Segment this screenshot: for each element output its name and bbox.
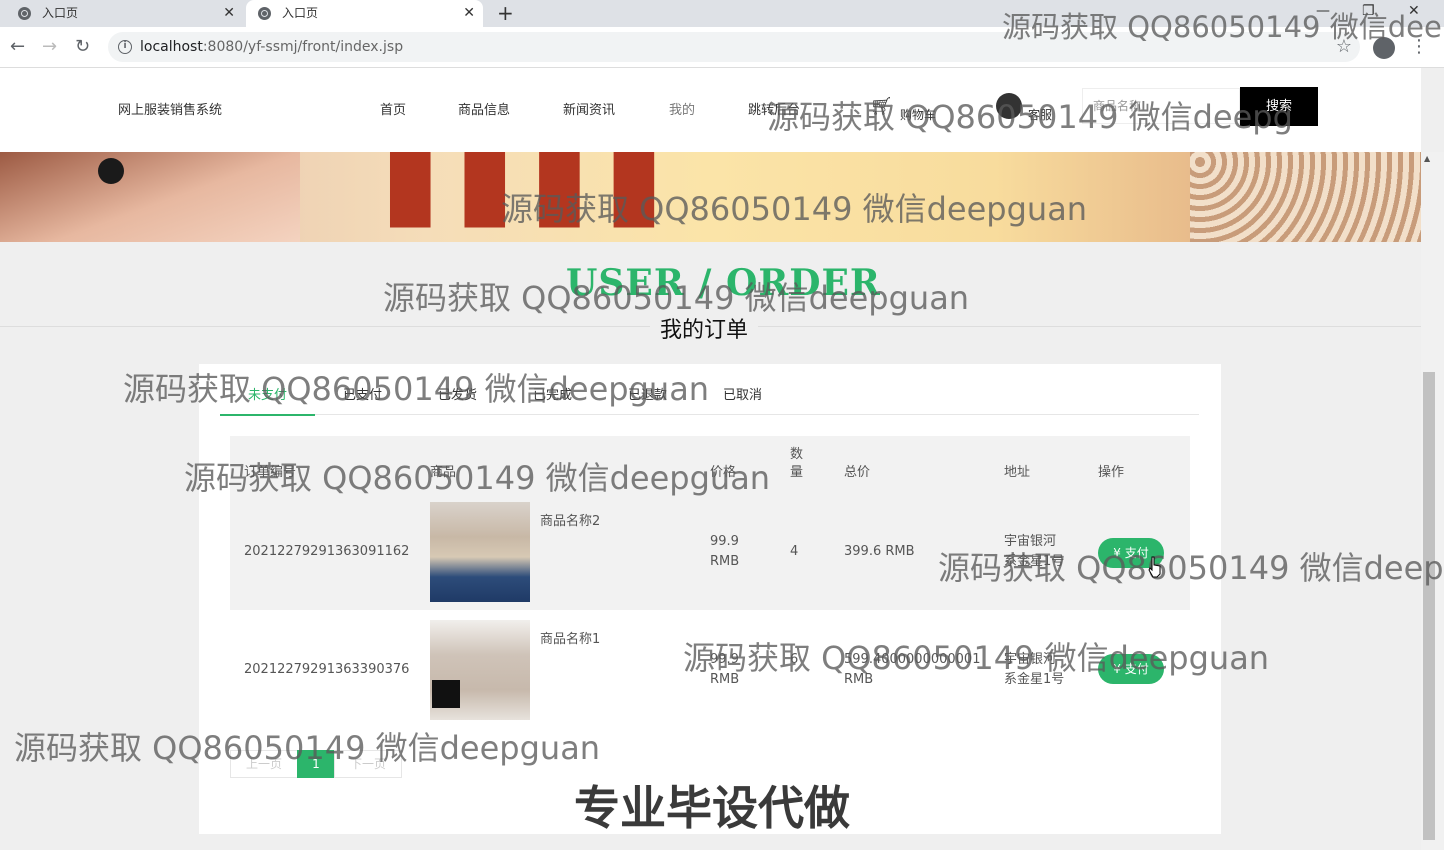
tab-title: 入口页 bbox=[42, 6, 79, 20]
watermark: 源码获取 QQ86050149 微信deepguan bbox=[383, 279, 970, 317]
price-unit: RMB bbox=[710, 554, 740, 569]
col-action: 操作 bbox=[1098, 465, 1125, 480]
product-name[interactable]: 商品名称2 bbox=[540, 512, 600, 532]
col-qty: 数量 bbox=[790, 447, 804, 480]
watermark: 源码获取 QQ86050149 微信deepguan bbox=[14, 729, 601, 767]
total-price: 399.6 RMB bbox=[844, 544, 915, 559]
product-name[interactable]: 商品名称1 bbox=[540, 630, 600, 650]
tab-title: 入口页 bbox=[282, 6, 319, 20]
watermark: 源码获取 QQ86050149 微信deepg bbox=[767, 98, 1293, 136]
scrollbar-thumb[interactable] bbox=[1423, 372, 1435, 840]
hand-cursor-icon bbox=[1148, 556, 1161, 578]
globe-icon bbox=[18, 7, 31, 20]
banner-coat bbox=[0, 152, 300, 242]
watermark: 源码获取 QQ86050149 微信deepgu bbox=[938, 549, 1444, 587]
big-watermark: 专业毕设代做 bbox=[574, 781, 850, 835]
nav-news[interactable]: 新闻资讯 bbox=[563, 99, 615, 118]
banner-bag bbox=[1190, 152, 1421, 242]
close-tab-icon[interactable]: ✕ bbox=[463, 0, 475, 27]
watermark: 源码获取 QQ86050149 微信deepguan bbox=[501, 190, 1088, 228]
banner-button-decor bbox=[98, 158, 124, 184]
browser-tab-2[interactable]: 入口页 ✕ bbox=[246, 0, 483, 27]
browser-tab-1[interactable]: 入口页 ✕ bbox=[0, 0, 243, 27]
nav-mine[interactable]: 我的 bbox=[669, 99, 695, 118]
col-address: 地址 bbox=[1004, 465, 1031, 480]
watermark: 源码获取 QQ86050149 微信deepguan bbox=[683, 639, 1270, 677]
scroll-up-arrow-icon[interactable]: ▲ bbox=[1424, 154, 1430, 163]
quantity: 4 bbox=[790, 544, 799, 559]
close-tab-icon[interactable]: ✕ bbox=[223, 0, 235, 27]
watermark: 源码获取 QQ86050149 微信deepguan bbox=[184, 459, 771, 497]
price-value: 99.9 bbox=[710, 534, 739, 549]
forward-arrow-icon[interactable]: → bbox=[42, 35, 57, 59]
nav-home[interactable]: 首页 bbox=[380, 99, 406, 118]
site-brand[interactable]: 网上服装销售系统 bbox=[118, 99, 222, 118]
nav-products[interactable]: 商品信息 bbox=[458, 99, 510, 118]
url-host: localhost bbox=[140, 39, 203, 55]
product-image[interactable] bbox=[430, 502, 530, 602]
tab-cancelled[interactable]: 已取消 bbox=[695, 384, 790, 414]
info-icon[interactable]: i bbox=[118, 40, 132, 54]
reload-icon[interactable]: ↻ bbox=[75, 35, 90, 59]
url-text[interactable]: localhost:8080/yf-ssmj/front/index.jsp bbox=[140, 32, 403, 62]
url-path: :8080/yf-ssmj/front/index.jsp bbox=[202, 39, 404, 55]
image-handbag bbox=[432, 680, 460, 708]
page-scrollbar[interactable]: ▲ bbox=[1421, 152, 1444, 850]
watermark: 源码获取 QQ86050149 微信deepguan bbox=[123, 370, 710, 408]
watermark: 源码获取 QQ86050149 微信dee bbox=[1002, 10, 1442, 44]
product-image[interactable] bbox=[430, 620, 530, 720]
order-number: 20212279291363091162 bbox=[244, 544, 410, 559]
col-total: 总价 bbox=[844, 465, 871, 480]
order-number: 20212279291363390376 bbox=[244, 662, 410, 677]
new-tab-button[interactable]: + bbox=[497, 0, 514, 26]
globe-icon bbox=[258, 7, 271, 20]
back-arrow-icon[interactable]: ← bbox=[10, 35, 25, 59]
